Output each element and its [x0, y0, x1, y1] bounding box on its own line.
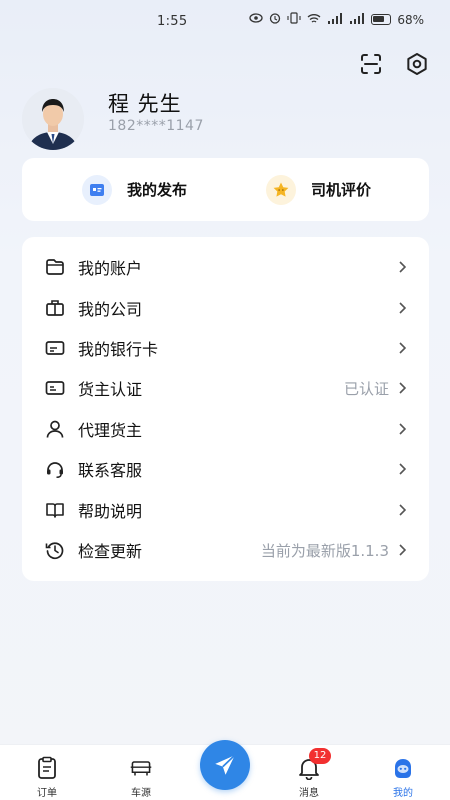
chevron-right-icon: [397, 301, 407, 315]
avatar[interactable]: [22, 88, 84, 150]
bank-card-icon: [44, 337, 66, 359]
menu-item-help[interactable]: 帮助说明: [22, 490, 429, 530]
version-status: 当前为最新版1.1.3: [260, 541, 389, 560]
profile-header[interactable]: 程 先生 182****1147: [22, 88, 422, 150]
tab-messages[interactable]: 12 消息: [279, 745, 339, 800]
tab-label: 订单: [37, 788, 57, 799]
publish-icon: [82, 174, 112, 205]
status-icons: 68%: [249, 12, 424, 27]
driver-review-button[interactable]: 司机评价: [266, 158, 371, 221]
signal-icon: [349, 12, 365, 27]
my-publish-label: 我的发布: [127, 181, 188, 199]
send-icon: [215, 754, 236, 775]
user-phone: 182****1147: [108, 118, 204, 134]
menu-item-customer-service[interactable]: 联系客服: [22, 449, 429, 489]
my-publish-button[interactable]: 我的发布: [82, 158, 187, 221]
menu-item-shipper-verification[interactable]: 货主认证 已认证: [22, 368, 429, 408]
history-icon: [44, 539, 66, 561]
scan-icon: [361, 54, 381, 74]
person-icon: [44, 418, 66, 440]
tab-profile[interactable]: 我的: [373, 745, 433, 800]
bell-icon: 12: [297, 748, 331, 780]
status-bar: 1:55 68%: [0, 0, 450, 44]
menu-item-bank-card[interactable]: 我的银行卡: [22, 328, 429, 368]
chevron-right-icon: [397, 543, 407, 557]
settings-icon: [407, 53, 427, 75]
tab-label: 车源: [131, 788, 151, 799]
menu-item-label: 货主认证: [78, 380, 143, 399]
publish-fab-button[interactable]: [200, 740, 250, 790]
tab-vehicles[interactable]: 车源: [111, 745, 171, 800]
menu-item-label: 联系客服: [78, 461, 143, 480]
chevron-right-icon: [397, 260, 407, 274]
unread-badge: 12: [309, 748, 331, 764]
menu-item-label: 检查更新: [78, 542, 143, 561]
menu-item-agent-shipper[interactable]: 代理货主: [22, 409, 429, 449]
profile-icon: [391, 756, 415, 780]
chevron-right-icon: [397, 341, 407, 355]
menu-item-label: 帮助说明: [78, 502, 143, 521]
chevron-right-icon: [397, 422, 407, 436]
battery-icon: [371, 14, 392, 25]
status-time: 1:55: [157, 14, 188, 29]
star-icon: [266, 174, 296, 205]
driver-review-label: 司机评价: [311, 181, 372, 199]
user-name: 程 先生: [108, 92, 182, 116]
header-actions: [358, 51, 430, 77]
vibrate-icon: [287, 12, 301, 27]
eye-icon: [249, 13, 263, 26]
tab-orders[interactable]: 订单: [17, 745, 77, 800]
menu-item-label: 我的银行卡: [78, 340, 159, 359]
company-icon: [44, 297, 66, 319]
truck-icon: [129, 756, 153, 780]
battery-level: 68%: [397, 12, 424, 27]
menu-item-label: 代理货主: [78, 421, 143, 440]
wifi-icon: [307, 13, 321, 27]
chevron-right-icon: [397, 381, 407, 395]
chevron-right-icon: [397, 462, 407, 476]
order-icon: [35, 756, 59, 780]
menu-item-account[interactable]: 我的账户: [22, 247, 429, 287]
chevron-right-icon: [397, 503, 407, 517]
id-card-icon: [44, 377, 66, 399]
signal-icon: [327, 12, 343, 27]
wallet-icon: [44, 256, 66, 278]
menu-item-label: 我的公司: [78, 300, 143, 319]
menu-item-company[interactable]: 我的公司: [22, 288, 429, 328]
alarm-icon: [269, 12, 281, 27]
scan-button[interactable]: [358, 51, 384, 77]
verification-status: 已认证: [343, 379, 389, 398]
menu-item-label: 我的账户: [78, 259, 143, 278]
menu-list: 我的账户 我的公司 我的银行卡 货主认证 已认证 代理货主 联系客服 帮助说明 …: [22, 237, 429, 581]
tab-label: 消息: [299, 788, 319, 799]
book-icon: [44, 499, 66, 521]
menu-item-check-update[interactable]: 检查更新 当前为最新版1.1.3: [22, 530, 429, 570]
settings-button[interactable]: [404, 51, 430, 77]
quick-actions-card: 我的发布 司机评价: [22, 158, 429, 221]
tab-label: 我的: [393, 788, 413, 799]
headset-icon: [44, 458, 66, 480]
